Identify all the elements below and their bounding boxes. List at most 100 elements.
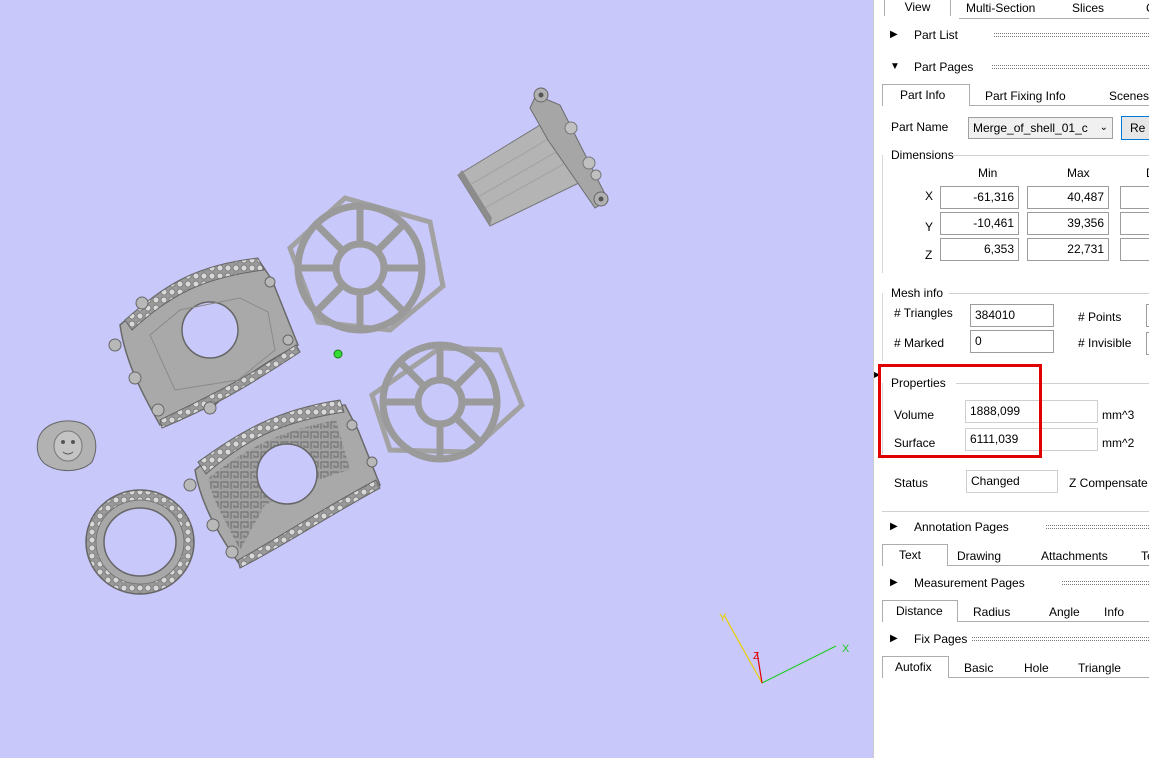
axis-y-label: Y <box>719 612 727 624</box>
dim-col-max: Max <box>1067 166 1090 180</box>
tab-divider <box>949 677 1149 678</box>
dim-axis-x: X <box>925 189 934 203</box>
marked-label: # Marked <box>894 336 945 350</box>
group-border <box>882 383 883 459</box>
axis-z-label: Z <box>753 651 759 662</box>
dim-y-min[interactable]: -10,461 <box>940 212 1019 235</box>
tab-drawing[interactable]: Drawing <box>950 545 1008 567</box>
mesh-group-line <box>949 293 1149 294</box>
group-border <box>882 155 883 273</box>
part-pages-label: Part Pages <box>914 60 974 74</box>
dim-z-max[interactable]: 22,731 <box>1027 238 1109 261</box>
rename-button[interactable]: Re <box>1121 116 1149 140</box>
dim-axis-y: Y <box>925 220 934 234</box>
tab-more[interactable]: C <box>1139 0 1149 19</box>
case-body-upper[interactable] <box>108 257 301 429</box>
header-grip <box>994 33 1149 37</box>
dim-z-delta[interactable] <box>1120 238 1149 261</box>
tab-multi-section[interactable]: Multi-Section <box>959 0 1042 19</box>
triangles-value[interactable]: 384010 <box>970 304 1054 327</box>
collapsed-arrow-icon: ▶ <box>890 633 898 644</box>
splitter-handle-icon[interactable]: ▶ <box>874 370 880 379</box>
header-grip <box>1046 525 1149 529</box>
tab-radius[interactable]: Radius <box>966 601 1017 623</box>
dim-axis-z: Z <box>925 248 933 262</box>
surface-value[interactable]: 6111,039 <box>965 428 1098 451</box>
tab-autofix[interactable]: Autofix <box>882 656 949 678</box>
tab-text[interactable]: Text <box>882 544 948 566</box>
tab-divider <box>970 105 1149 106</box>
header-grip <box>972 637 1149 641</box>
grid-disc-lower[interactable] <box>369 341 525 463</box>
tab-distance[interactable]: Distance <box>882 600 958 622</box>
dim-x-delta[interactable] <box>1120 186 1149 209</box>
part-name-value: Merge_of_shell_01_c <box>973 121 1088 135</box>
triangles-label: # Triangles <box>894 306 953 320</box>
part-list-label: Part List <box>914 28 959 42</box>
grid-disc-upper[interactable] <box>287 195 446 334</box>
tab-triangle[interactable]: Triangle <box>1071 657 1128 679</box>
strap-part[interactable] <box>457 87 609 227</box>
part-name-dropdown[interactable]: Merge_of_shell_01_c ⌄ <box>968 117 1113 139</box>
dim-z-min[interactable]: 6,353 <box>940 238 1019 261</box>
header-grip <box>1062 581 1149 585</box>
tab-angle[interactable]: Angle <box>1042 601 1087 623</box>
pivot-point[interactable] <box>333 349 343 359</box>
axis-triad: X Y Z <box>719 612 850 684</box>
part-name-label: Part Name <box>891 120 949 134</box>
tab-part-info[interactable]: Part Info <box>882 84 970 106</box>
status-label: Status <box>894 476 929 490</box>
tab-divider <box>958 621 1149 622</box>
surface-unit: mm^2 <box>1102 436 1135 450</box>
expanded-arrow-icon: ▼ <box>890 61 900 72</box>
annotation-pages-header[interactable]: ▶ Annotation Pages <box>886 516 1149 538</box>
chevron-down-icon: ⌄ <box>1099 122 1108 133</box>
tab-slices[interactable]: Slices <box>1065 0 1111 19</box>
tab-annotation-more[interactable]: Te <box>1134 545 1149 567</box>
status-group-line <box>882 511 1149 512</box>
tab-basic[interactable]: Basic <box>957 657 1000 679</box>
marked-value[interactable]: 0 <box>970 330 1054 353</box>
3d-viewport[interactable]: X Y Z <box>0 0 873 758</box>
tab-attachments[interactable]: Attachments <box>1034 545 1115 567</box>
fix-pages-label: Fix Pages <box>914 632 968 646</box>
tab-scenes[interactable]: Scenes <box>1102 85 1149 107</box>
collapsed-arrow-icon: ▶ <box>890 521 898 532</box>
z-compensate-label: Z Compensate <box>1069 476 1148 490</box>
dim-y-max[interactable]: 39,356 <box>1027 212 1109 235</box>
mesh-info-label: Mesh info <box>891 286 944 300</box>
scene-canvas[interactable]: X Y Z <box>0 0 873 758</box>
measurement-pages-label: Measurement Pages <box>914 576 1025 590</box>
tab-divider <box>959 18 1149 19</box>
tab-info[interactable]: Info <box>1097 601 1131 623</box>
axis-x-label: X <box>842 643 850 655</box>
volume-unit: mm^3 <box>1102 408 1135 422</box>
tab-hole[interactable]: Hole <box>1017 657 1056 679</box>
collapsed-arrow-icon: ▶ <box>890 577 898 588</box>
header-grip <box>992 65 1149 69</box>
annotation-pages-label: Annotation Pages <box>914 520 1009 534</box>
part-list-header[interactable]: ▶ Part List <box>886 24 1149 46</box>
dimensions-label: Dimensions <box>891 148 954 162</box>
dim-y-delta[interactable] <box>1120 212 1149 235</box>
part-pages-header[interactable]: ▼ Part Pages <box>886 56 1149 78</box>
tab-divider <box>948 565 1149 566</box>
properties-label: Properties <box>891 376 946 390</box>
points-label: # Points <box>1078 310 1122 324</box>
dimensions-group-line <box>952 155 1149 156</box>
dim-x-max[interactable]: 40,487 <box>1027 186 1109 209</box>
measurement-pages-header[interactable]: ▶ Measurement Pages <box>886 572 1149 594</box>
bezel-ring[interactable] <box>85 489 195 595</box>
case-body-lower[interactable] <box>183 399 381 569</box>
properties-panel: View Multi-Section Slices C ▶ Part List … <box>873 0 1149 758</box>
tab-part-fixing-info[interactable]: Part Fixing Info <box>978 85 1073 107</box>
tab-view[interactable]: View <box>884 0 951 16</box>
invisible-label: # Invisible <box>1078 336 1132 350</box>
surface-label: Surface <box>894 436 936 450</box>
volume-label: Volume <box>894 408 935 422</box>
fix-pages-header[interactable]: ▶ Fix Pages <box>886 628 1149 650</box>
status-value[interactable]: Changed <box>966 470 1058 493</box>
volume-value[interactable]: 1888,099 <box>965 400 1098 423</box>
dim-x-min[interactable]: -61,316 <box>940 186 1019 209</box>
head-ornament[interactable] <box>36 420 97 471</box>
